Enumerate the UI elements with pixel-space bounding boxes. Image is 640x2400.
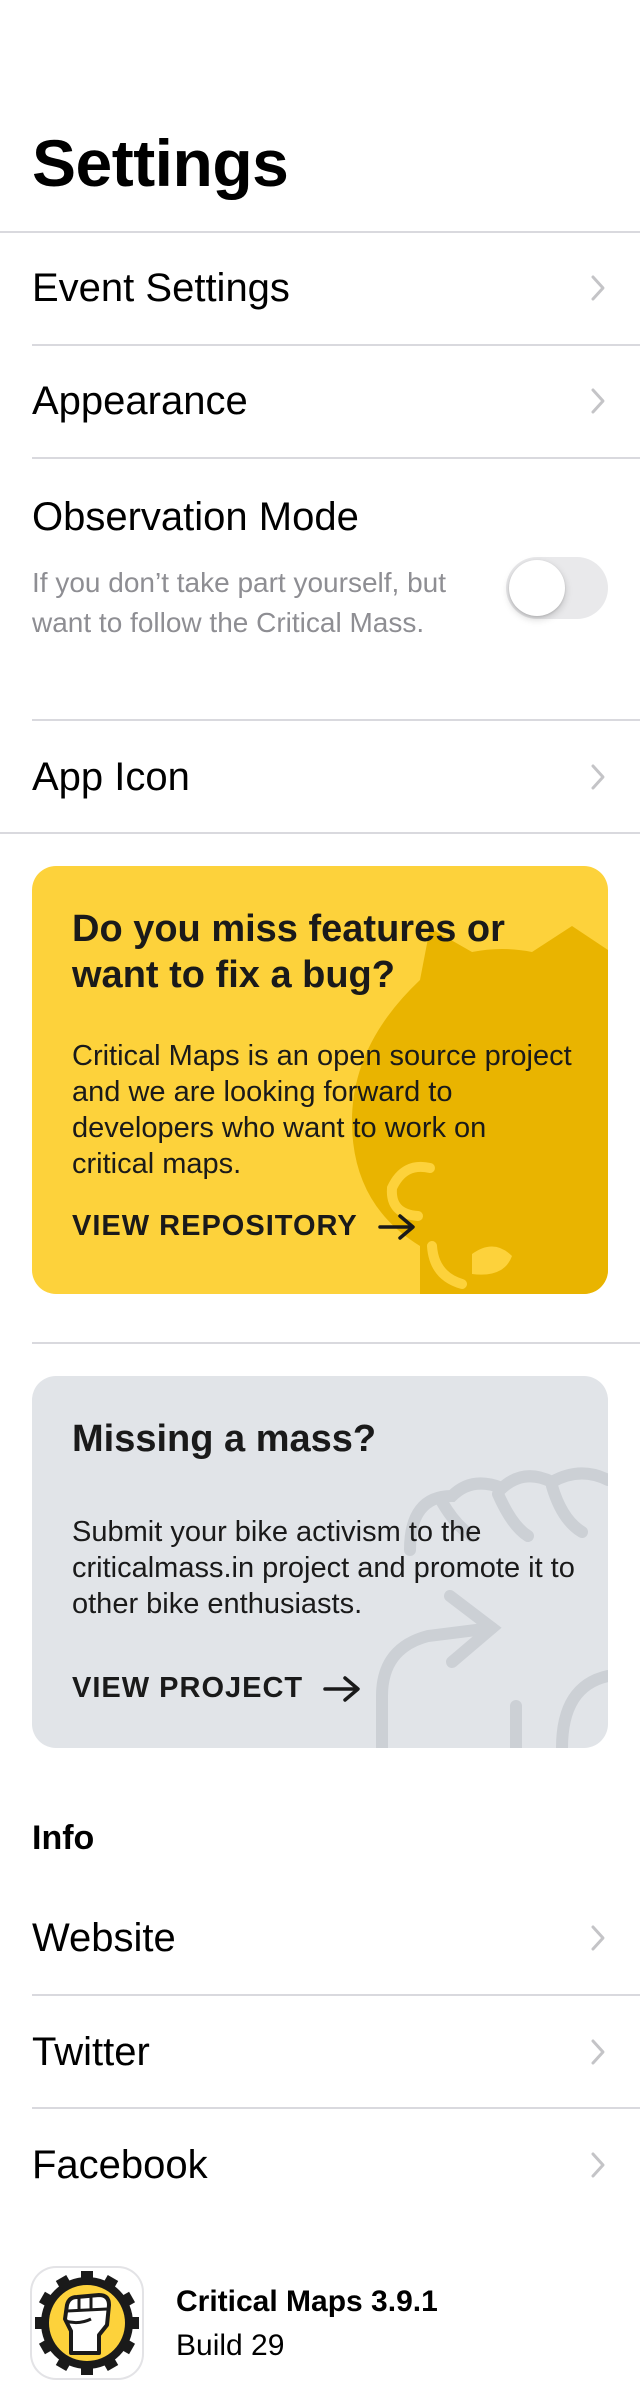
app-icon-label: App Icon — [32, 755, 190, 799]
twitter-label: Twitter — [32, 2030, 150, 2074]
app-icon-row[interactable]: App Icon — [0, 721, 640, 833]
repository-card-body: Critical Maps is an open source project … — [72, 1040, 572, 1180]
chevron-right-icon — [591, 388, 605, 414]
view-project-label: VIEW PROJECT — [72, 1672, 304, 1704]
project-card[interactable]: Missing a mass? Submit your bike activis… — [32, 1376, 608, 1748]
event-settings-row[interactable]: Event Settings — [0, 232, 640, 344]
app-build: Build 29 — [176, 2329, 285, 2362]
project-card-body: Submit your bike activism to the critica… — [72, 1516, 575, 1620]
app-name: Critical Maps 3.9.1 — [176, 2285, 438, 2318]
appearance-row[interactable]: Appearance — [0, 346, 640, 456]
repository-card[interactable]: Do you miss features or want to fix a bu… — [32, 866, 608, 1294]
observation-mode-title: Observation Mode — [32, 495, 359, 539]
observation-mode-toggle[interactable] — [506, 557, 608, 619]
chevron-right-icon — [591, 275, 605, 301]
section-divider — [32, 1342, 640, 1344]
observation-mode-description: If you don’t take part yourself, but wan… — [32, 567, 447, 638]
twitter-row[interactable]: Twitter — [0, 1996, 640, 2108]
website-label: Website — [32, 1916, 176, 1960]
row-divider — [32, 457, 640, 459]
website-row[interactable]: Website — [0, 1882, 640, 1994]
chevron-right-icon — [591, 764, 605, 790]
arrow-right-icon — [377, 1213, 415, 1240]
section-divider — [0, 832, 640, 834]
project-card-title: Missing a mass? — [72, 1418, 377, 1460]
view-project-link[interactable]: VIEW PROJECT — [72, 1672, 363, 1705]
arrow-right-icon — [323, 1675, 360, 1702]
critical-maps-logo-icon — [32, 2268, 142, 2378]
chevron-right-icon — [591, 2039, 605, 2065]
info-section-header: Info — [32, 1819, 95, 1857]
chevron-right-icon — [591, 2152, 605, 2178]
appearance-label: Appearance — [32, 379, 248, 423]
repository-card-title: Do you miss features or want to fix a bu… — [72, 908, 505, 996]
event-settings-label: Event Settings — [32, 266, 290, 310]
chevron-right-icon — [591, 1925, 605, 1951]
cog-fist-logo-icon — [35, 2271, 139, 2375]
view-repository-link[interactable]: VIEW REPOSITORY — [72, 1210, 418, 1243]
view-repository-label: VIEW REPOSITORY — [72, 1210, 358, 1242]
facebook-label: Facebook — [32, 2143, 208, 2187]
toggle-knob — [509, 560, 565, 616]
page-title: Settings — [32, 126, 289, 200]
facebook-row[interactable]: Facebook — [0, 2109, 640, 2221]
